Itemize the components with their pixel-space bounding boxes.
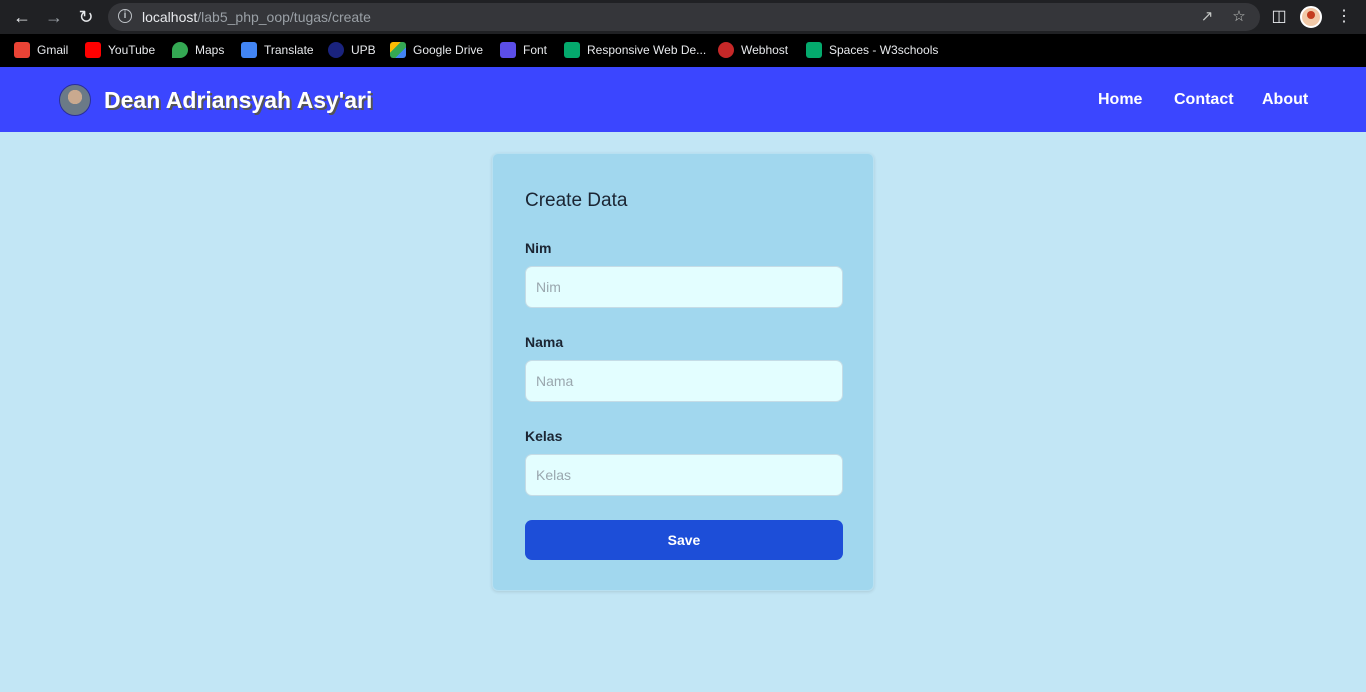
bookmark-label: Maps (195, 43, 225, 57)
brand-name[interactable]: Dean Adriansyah Asy'ari (104, 87, 372, 114)
share-icon[interactable]: ↗ (1198, 8, 1216, 26)
url-host: localhost (142, 9, 198, 25)
site-navbar: Dean Adriansyah Asy'ari Home Contact Abo… (0, 67, 1366, 132)
w3schools-icon (564, 42, 580, 58)
bookmark-label: Gmail (37, 43, 69, 57)
bookmark-maps[interactable]: Maps (172, 42, 224, 58)
font-icon (500, 42, 516, 58)
reload-icon[interactable]: ↻ (74, 5, 98, 29)
nav-link-contact[interactable]: Contact (1174, 91, 1234, 109)
browser-toolbar: ← → ↻ i localhost/lab5_php_oop/tugas/cre… (0, 0, 1366, 34)
bookmark-label: Webhost (741, 43, 789, 57)
bookmark-label: Translate (264, 43, 314, 57)
url-path: /lab5_php_oop/tugas/create (197, 9, 371, 25)
nav-link-home[interactable]: Home (1098, 91, 1142, 109)
address-bar[interactable]: i localhost/lab5_php_oop/tugas/create ↗ … (108, 3, 1260, 31)
bookmark-translate[interactable]: Translate (241, 42, 314, 58)
nama-label: Nama (525, 334, 564, 350)
bookmark-spaces-w3schools[interactable]: Spaces - W3schools (806, 42, 938, 58)
url-text[interactable]: localhost/lab5_php_oop/tugas/create (142, 9, 371, 25)
bookmark-youtube[interactable]: YouTube (85, 42, 155, 58)
site-info-icon[interactable]: i (118, 9, 132, 23)
nim-input[interactable] (525, 266, 843, 308)
bookmark-label: YouTube (108, 43, 156, 57)
kelas-input[interactable] (525, 454, 843, 496)
maps-icon (172, 42, 188, 58)
w3schools-icon (806, 42, 822, 58)
forward-arrow-icon[interactable]: → (42, 5, 66, 29)
nim-label: Nim (525, 240, 552, 256)
gmail-icon (14, 42, 30, 58)
bookmark-responsive-web[interactable]: Responsive Web De... (564, 42, 706, 58)
youtube-icon (85, 42, 101, 58)
bookmark-label: Font (523, 43, 548, 57)
profile-avatar[interactable] (1300, 6, 1322, 28)
bookmark-gmail[interactable]: Gmail (14, 42, 68, 58)
bookmark-upb[interactable]: UPB (328, 42, 376, 58)
bookmarks-bar: Gmail YouTube Maps Translate UPB Google … (0, 34, 1366, 67)
bookmark-label: Google Drive (413, 43, 484, 57)
bookmark-font[interactable]: Font (500, 42, 547, 58)
bookmark-star-icon[interactable]: ☆ (1230, 8, 1248, 26)
brand-avatar[interactable] (59, 84, 91, 116)
bookmark-label: Spaces - W3schools (829, 43, 939, 57)
back-arrow-icon[interactable]: ← (10, 5, 34, 29)
kelas-label: Kelas (525, 428, 563, 444)
bookmark-label: UPB (351, 43, 376, 57)
nama-input[interactable] (525, 360, 843, 402)
drive-icon (390, 42, 406, 58)
create-data-card: Create Data Nim Nama Kelas Save (492, 153, 874, 591)
translate-icon (241, 42, 257, 58)
bookmark-google-drive[interactable]: Google Drive (390, 42, 483, 58)
nav-link-about[interactable]: About (1262, 91, 1308, 109)
webhost-icon (718, 42, 734, 58)
bookmark-webhost[interactable]: Webhost (718, 42, 788, 58)
save-button[interactable]: Save (525, 520, 843, 560)
menu-dots-icon[interactable]: ⋮ (1332, 5, 1356, 29)
side-panel-icon[interactable]: ◫ (1267, 5, 1291, 29)
upb-icon (328, 42, 344, 58)
bookmark-label: Responsive Web De... (587, 43, 707, 57)
form-title: Create Data (525, 190, 628, 211)
